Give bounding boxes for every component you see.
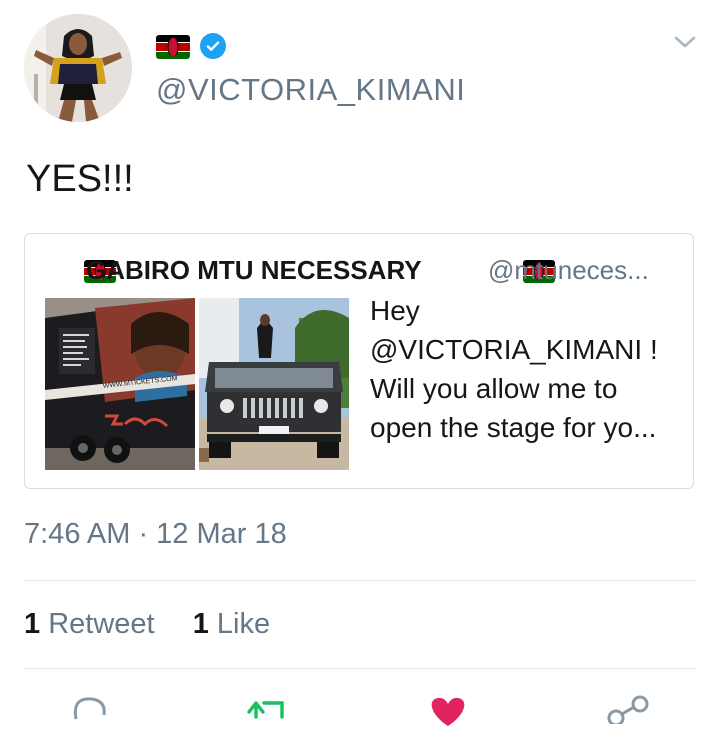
kenya-flag-icon — [156, 35, 190, 59]
likes-label: Like — [216, 608, 271, 640]
quoted-tweet-line: Will you allow me to — [370, 373, 618, 404]
quoted-tweet-text: Hey @VICTORIA_KIMANI ! Will you allow me… — [370, 291, 680, 447]
quoted-user-handle: @mtuneces... — [488, 255, 649, 285]
quoted-tweet-line: open the stage for yo... — [370, 412, 657, 443]
verified-badge-icon — [200, 33, 226, 59]
quoted-media-image[interactable] — [199, 298, 349, 470]
user-handle[interactable]: @VICTORIA_KIMANI — [156, 72, 465, 108]
divider — [24, 668, 696, 669]
like-icon[interactable] — [428, 696, 468, 731]
reply-icon[interactable] — [70, 695, 110, 730]
retweet-icon[interactable] — [246, 695, 290, 730]
likes-stat[interactable]: 1 Like — [193, 608, 270, 640]
tweet-timestamp[interactable]: 7:46 AM · 12 Mar 18 — [24, 518, 287, 551]
quoted-tweet-line: @VICTORIA_KIMANI ! — [370, 334, 658, 365]
divider — [24, 580, 696, 581]
quoted-media-image[interactable]: WWW.MTICKETS.COM — [45, 298, 195, 470]
likes-count: 1 — [192, 608, 209, 640]
avatar[interactable] — [24, 14, 132, 122]
retweets-count: 1 — [24, 608, 41, 640]
engagement-stats: 1 Retweet 1 Like — [24, 608, 270, 641]
quoted-user-name: GABIRO MTU NECESSARY — [86, 255, 422, 285]
retweets-label: Retweet — [48, 608, 155, 640]
tweet-text: YES!!! — [26, 158, 134, 200]
quoted-tweet-line: Hey — [370, 295, 420, 326]
chevron-down-icon[interactable] — [672, 32, 698, 52]
share-icon[interactable] — [606, 694, 650, 729]
retweets-stat[interactable]: 1 Retweet — [24, 608, 155, 640]
